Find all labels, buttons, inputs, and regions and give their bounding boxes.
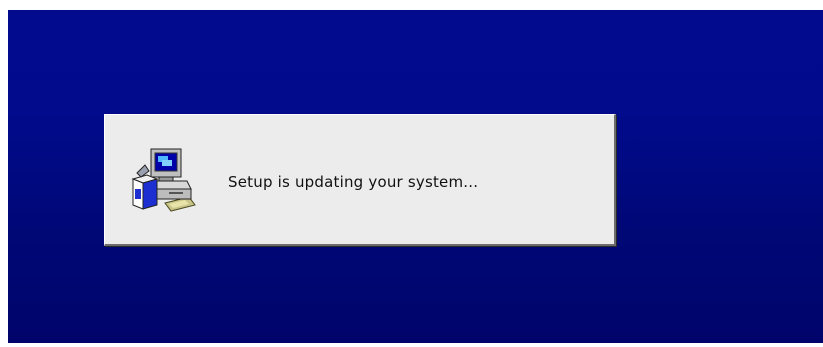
setup-status-message: Setup is updating your system... bbox=[228, 173, 479, 191]
setup-status-dialog: Setup is updating your system... bbox=[104, 114, 616, 246]
setup-screen-background: Setup is updating your system... bbox=[8, 10, 823, 343]
setup-computer-icon bbox=[129, 145, 199, 217]
